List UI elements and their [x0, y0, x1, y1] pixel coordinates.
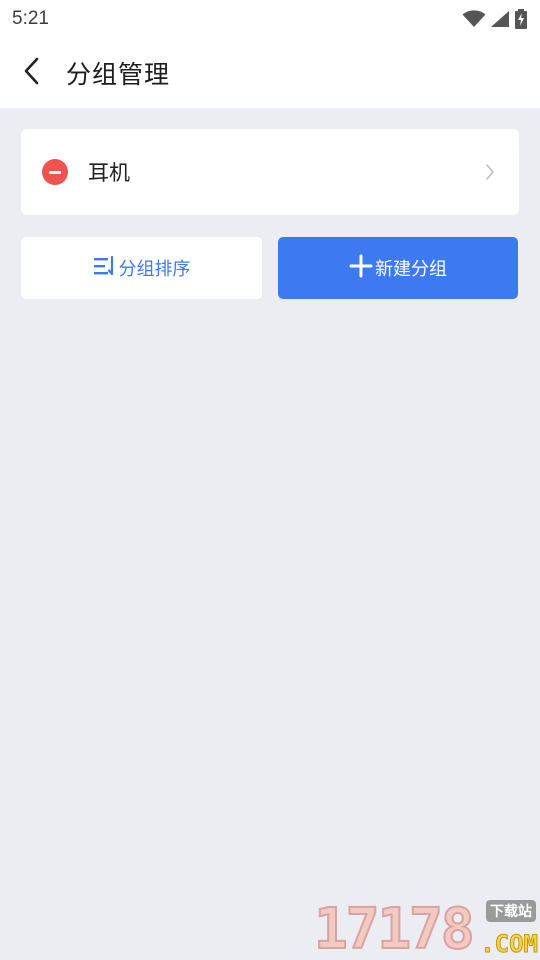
chevron-right-icon	[485, 163, 495, 181]
watermark-tag: 下载站	[486, 900, 536, 922]
status-bar: 5:21	[0, 0, 540, 38]
new-group-button[interactable]: 新建分组	[278, 237, 518, 299]
sort-list-icon	[93, 255, 117, 281]
screen: 5:21 分组管理 耳机 分组排序 新建分组 17178 下载站 .COM	[0, 0, 540, 960]
back-button[interactable]	[0, 38, 64, 108]
battery-charging-icon	[514, 9, 528, 29]
sort-groups-button[interactable]: 分组排序	[21, 237, 262, 299]
app-header: 分组管理	[0, 38, 540, 108]
page-title: 分组管理	[66, 60, 171, 89]
watermark-digits: 17178	[313, 897, 476, 960]
group-list-item[interactable]: 耳机	[21, 129, 519, 215]
plus-icon	[349, 254, 373, 282]
new-group-label: 新建分组	[375, 259, 447, 280]
wifi-icon	[462, 10, 486, 28]
minus-circle-icon	[49, 170, 61, 174]
watermark-suffix: .COM	[480, 930, 539, 959]
group-name: 耳机	[88, 161, 130, 185]
watermark-logo: 17178 下载站 .COM	[313, 896, 540, 960]
remove-group-button[interactable]	[42, 159, 68, 185]
cell-signal-icon	[490, 10, 510, 28]
chevron-left-icon	[22, 56, 42, 90]
status-icons	[462, 9, 528, 29]
status-time: 5:21	[12, 8, 49, 29]
sort-groups-label: 分组排序	[118, 259, 191, 280]
